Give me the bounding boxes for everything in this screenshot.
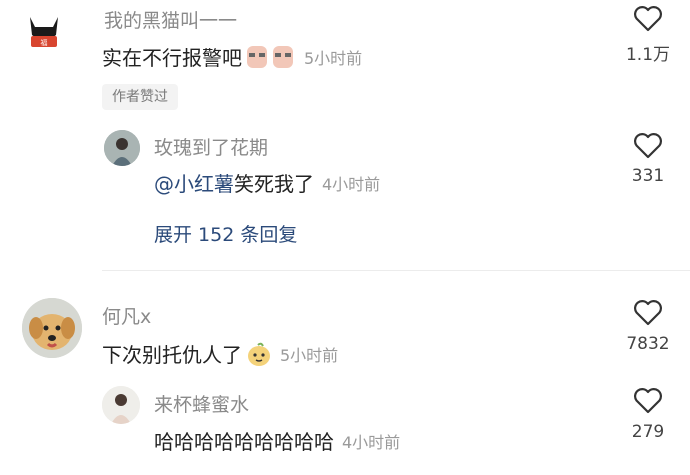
svg-text:福: 福 bbox=[41, 38, 48, 47]
like-count: 7832 bbox=[626, 334, 670, 354]
cute-face-emoji-icon bbox=[246, 341, 272, 367]
comment-text: 哈哈哈哈哈哈哈哈哈 4小时前 bbox=[154, 426, 400, 455]
face-emoji-icon bbox=[270, 44, 296, 70]
username[interactable]: 何凡x bbox=[102, 302, 151, 329]
like-button[interactable] bbox=[633, 4, 663, 36]
person-photo-avatar-icon bbox=[102, 386, 140, 424]
avatar[interactable]: 福 bbox=[18, 5, 70, 57]
like-button[interactable] bbox=[633, 298, 663, 330]
expand-replies-button[interactable]: 展开 152 条回复 bbox=[154, 220, 297, 247]
timestamp: 4小时前 bbox=[342, 432, 401, 452]
like-count: 331 bbox=[631, 166, 665, 186]
like-count: 279 bbox=[631, 422, 665, 442]
avatar[interactable] bbox=[22, 298, 82, 358]
heart-icon[interactable] bbox=[633, 298, 663, 326]
divider bbox=[102, 270, 690, 271]
comment-text: 实在不行报警吧 5小时前 bbox=[102, 42, 362, 71]
comment-text: @小红薯 笑死我了 4小时前 bbox=[154, 168, 380, 197]
timestamp: 4小时前 bbox=[322, 174, 381, 194]
dog-avatar-icon bbox=[22, 298, 82, 358]
comment-text: 下次别托仇人了 5小时前 bbox=[102, 339, 338, 368]
comment-body: 笑死我了 bbox=[234, 172, 314, 196]
heart-icon[interactable] bbox=[633, 386, 663, 414]
black-cat-avatar-icon: 福 bbox=[18, 5, 70, 57]
like-count: 1.1万 bbox=[625, 45, 671, 65]
comment-body: 实在不行报警吧 bbox=[102, 46, 242, 70]
person-photo-avatar-icon bbox=[104, 130, 140, 166]
timestamp: 5小时前 bbox=[280, 345, 339, 365]
username[interactable]: 玫瑰到了花期 bbox=[154, 133, 268, 160]
heart-icon[interactable] bbox=[633, 4, 663, 32]
comment-body: 下次别托仇人了 bbox=[102, 343, 242, 367]
username[interactable]: 我的黑猫叫一一 bbox=[104, 6, 237, 33]
like-button[interactable] bbox=[633, 386, 663, 418]
author-liked-badge: 作者赞过 bbox=[102, 84, 178, 110]
username[interactable]: 来杯蜂蜜水 bbox=[154, 390, 249, 417]
heart-icon[interactable] bbox=[633, 131, 663, 159]
timestamp: 5小时前 bbox=[304, 48, 363, 68]
avatar[interactable] bbox=[104, 130, 140, 166]
comment-body: 哈哈哈哈哈哈哈哈哈 bbox=[154, 430, 334, 454]
mention-link[interactable]: @小红薯 bbox=[154, 168, 234, 197]
avatar[interactable] bbox=[102, 386, 140, 424]
face-emoji-icon bbox=[244, 44, 270, 70]
like-button[interactable] bbox=[633, 131, 663, 163]
